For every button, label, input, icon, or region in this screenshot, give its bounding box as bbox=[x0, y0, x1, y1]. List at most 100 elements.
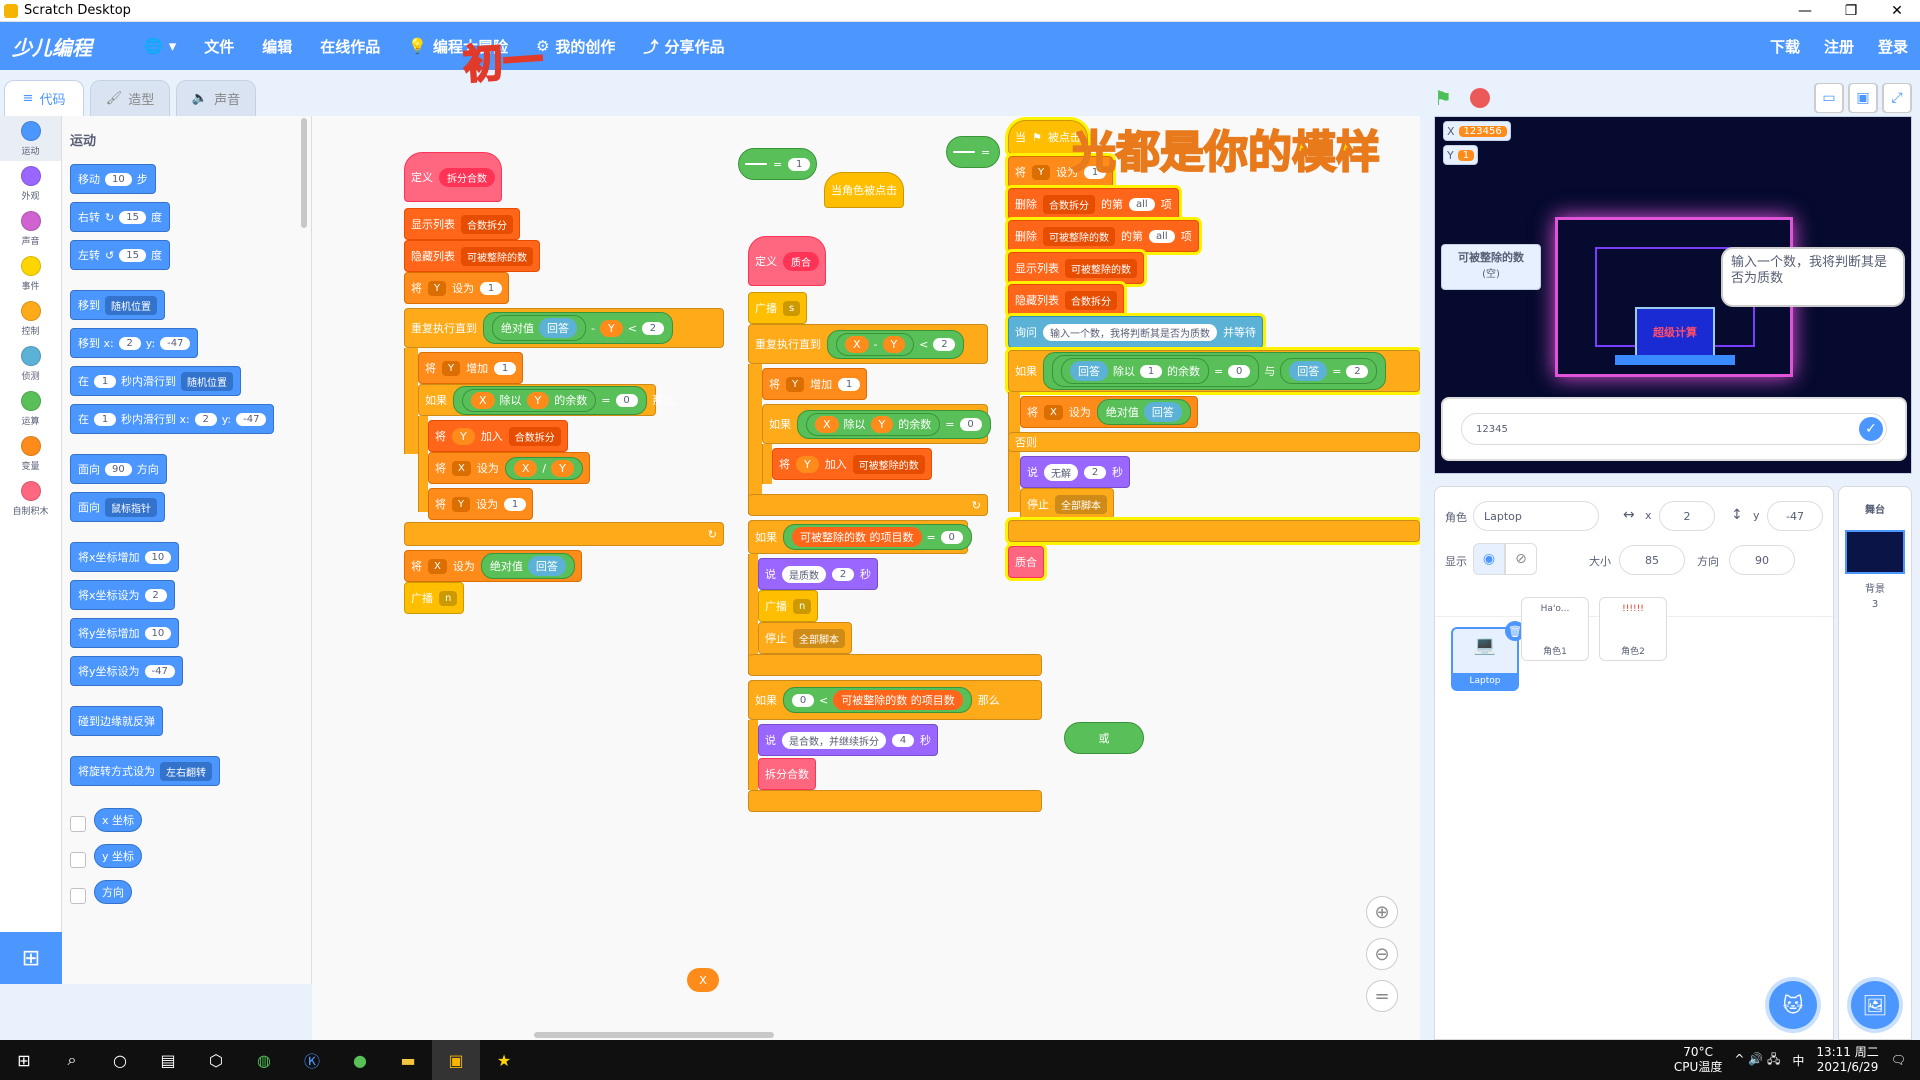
star-app-button[interactable]: ★ bbox=[480, 1040, 528, 1080]
var-reporter[interactable]: Y bbox=[882, 335, 906, 353]
when-sprite-clicked-block[interactable]: 当角色被点击 bbox=[824, 172, 904, 208]
set-var-block[interactable]: 将 X 设为 绝对值 回答 bbox=[404, 550, 582, 582]
block-input[interactable]: 1 bbox=[788, 157, 811, 171]
category-control[interactable]: 控制 bbox=[0, 296, 61, 341]
block-dropdown[interactable]: X bbox=[452, 460, 471, 476]
block-dropdown[interactable]: n bbox=[439, 590, 458, 606]
block-input[interactable]: 0 bbox=[615, 393, 638, 407]
block-dropdown[interactable]: 合数拆分 bbox=[461, 214, 513, 234]
block-input[interactable]: 2 bbox=[1084, 465, 1106, 479]
size-input[interactable]: 85 bbox=[1619, 545, 1685, 575]
notification-icon[interactable]: 🗨 bbox=[1891, 1053, 1906, 1067]
repeat-until-block[interactable]: 重复执行直到 X - Y <2 bbox=[748, 324, 988, 364]
block-dropdown[interactable]: 随机位置 bbox=[181, 371, 233, 391]
block-input[interactable]: 15 bbox=[119, 210, 146, 224]
block-input[interactable]: 2 bbox=[118, 336, 141, 350]
block-dropdown[interactable]: 可被整除的数 bbox=[841, 694, 907, 707]
var-reporter[interactable]: Y bbox=[526, 391, 550, 409]
block-input[interactable]: 2 bbox=[1346, 364, 1369, 378]
x-input[interactable]: 2 bbox=[1659, 501, 1715, 531]
block-input[interactable]: all bbox=[1129, 197, 1155, 211]
hide-list-block[interactable]: 隐藏列表 合数拆分 bbox=[1008, 284, 1124, 316]
mod-operator[interactable]: X 除以 Y 的余数 bbox=[806, 412, 941, 436]
block-dropdown[interactable]: 可被整除的数 bbox=[1043, 226, 1115, 246]
block-glide[interactable]: 在 1 秒内滑行到 随机位置 bbox=[70, 366, 241, 396]
set-var-block[interactable]: 将 X 设为 X / Y bbox=[428, 452, 590, 484]
block-dropdown[interactable]: n bbox=[793, 598, 812, 614]
equals-operator[interactable]: X 除以 Y 的余数 = 0 bbox=[797, 409, 991, 439]
say-for-secs-block[interactable]: 说是合数，并继续拆分 4 秒 bbox=[758, 724, 938, 756]
app-green-button[interactable]: ● bbox=[336, 1040, 384, 1080]
var-reporter[interactable]: Y bbox=[796, 455, 819, 473]
add-to-list-block[interactable]: 将 Y 加入 可被整除的数 bbox=[772, 448, 932, 480]
category-variables[interactable]: 变量 bbox=[0, 431, 61, 476]
show-sprite-button[interactable]: ◉ bbox=[1473, 543, 1505, 575]
less-than-operator[interactable]: X - Y <2 bbox=[827, 329, 965, 359]
maximize-button[interactable]: ❐ bbox=[1828, 3, 1874, 19]
block-dropdown[interactable]: 合数拆分 bbox=[508, 426, 561, 446]
zoom-out-button[interactable]: ⊖ bbox=[1366, 938, 1398, 970]
list-monitor[interactable]: 可被整除的数 (空) bbox=[1441, 244, 1541, 290]
language-button[interactable]: 🌐 ▾ bbox=[130, 37, 190, 55]
block-dropdown[interactable]: 全部脚本 bbox=[793, 628, 845, 648]
list-length-reporter[interactable]: 可被整除的数 的项目数 bbox=[833, 690, 963, 710]
block-dropdown[interactable]: 左右翻转 bbox=[160, 761, 212, 781]
answer-reporter[interactable]: 回答 bbox=[539, 318, 577, 338]
abs-reporter[interactable]: 绝对值 回答 bbox=[1096, 399, 1191, 425]
block-move[interactable]: 移动 10 步 bbox=[70, 164, 156, 194]
and-operator[interactable]: 回答 除以 1 的余数 = 0 与 回答 = 2 bbox=[1043, 352, 1387, 390]
block-dropdown[interactable]: 可被整除的数 bbox=[461, 246, 533, 266]
zoom-reset-button[interactable]: = bbox=[1366, 980, 1398, 1012]
call-custom-block[interactable]: 质合 bbox=[1008, 546, 1044, 578]
say-for-secs-block[interactable]: 说是质数 2 秒 bbox=[758, 558, 878, 590]
hide-sprite-button[interactable]: ⊘ bbox=[1505, 543, 1537, 575]
define-block[interactable]: 定义 拆分合数 bbox=[404, 152, 502, 202]
block-change-x[interactable]: 将x坐标增加 10 bbox=[70, 542, 180, 572]
menu-register[interactable]: 注册 bbox=[1812, 36, 1866, 57]
block-change-y[interactable]: 将y坐标增加 10 bbox=[70, 618, 180, 648]
block-input[interactable] bbox=[745, 163, 767, 165]
block-input[interactable]: 1 bbox=[494, 361, 517, 375]
stage-canvas[interactable]: 超级计算 X 123456 Y1 可被整除的数 (空) 输入一个数，我将判断其是否为… bbox=[1434, 116, 1912, 474]
category-sensing[interactable]: 侦测 bbox=[0, 341, 61, 386]
clock[interactable]: 13:11 周二 2021/6/29 bbox=[1816, 1045, 1878, 1075]
var-reporter[interactable]: Y bbox=[452, 427, 475, 445]
block-input[interactable]: 1 bbox=[838, 377, 861, 391]
menu-edit[interactable]: 编辑 bbox=[248, 36, 306, 57]
show-list-block[interactable]: 显示列表 可被整除的数 bbox=[1008, 252, 1144, 284]
reporter-x-position[interactable]: x 坐标 bbox=[94, 808, 143, 832]
block-bounce[interactable]: 碰到边缘就反弹 bbox=[70, 706, 163, 736]
category-events[interactable]: 事件 bbox=[0, 251, 61, 296]
equals-operator[interactable]: 可被整除的数 的项目数 = 0 bbox=[783, 524, 972, 550]
ime-indicator[interactable]: 中 bbox=[1792, 1052, 1804, 1069]
block-input[interactable]: 2 bbox=[641, 321, 664, 335]
file-explorer-button[interactable]: ▬ bbox=[384, 1040, 432, 1080]
submit-answer-button[interactable]: ✓ bbox=[1859, 417, 1883, 441]
small-stage-button[interactable]: ▭ bbox=[1814, 83, 1844, 113]
block-input[interactable]: -47 bbox=[144, 664, 175, 678]
start-button[interactable]: ⊞ bbox=[0, 1040, 48, 1080]
broadcast-block[interactable]: 广播 n bbox=[404, 582, 465, 614]
block-turn-right[interactable]: 右转 ↻ 15 度 bbox=[70, 202, 170, 232]
block-input[interactable]: 2 bbox=[144, 588, 167, 602]
category-looks[interactable]: 外观 bbox=[0, 161, 61, 206]
answer-reporter[interactable]: 回答 bbox=[527, 556, 566, 576]
sprite-tile-role1[interactable]: Ha'o... 角色1 bbox=[1521, 597, 1589, 661]
ask-and-wait-block[interactable]: 询问 输入一个数，我将判断其是否为质数 并等待 bbox=[1008, 316, 1263, 348]
category-my-blocks[interactable]: 自制积木 bbox=[0, 476, 61, 521]
equals-operator[interactable]: 回答 = 2 bbox=[1280, 358, 1378, 384]
tab-sounds[interactable]: 🔈 声音 bbox=[176, 80, 256, 116]
var-reporter[interactable]: X bbox=[471, 391, 495, 409]
answer-reporter[interactable]: 回答 bbox=[1143, 402, 1182, 422]
backdrop-thumbnail[interactable] bbox=[1845, 530, 1905, 574]
block-input[interactable]: 1 bbox=[94, 412, 116, 426]
call-custom-block[interactable]: 拆分合数 bbox=[758, 758, 816, 790]
palette-scrollbar[interactable] bbox=[301, 118, 307, 228]
fullscreen-button[interactable]: ⤢ bbox=[1882, 83, 1912, 113]
direction-input[interactable]: 90 bbox=[1729, 545, 1795, 575]
equals-operator[interactable]: X 除以 Y 的余数 = 0 bbox=[453, 385, 647, 415]
show-list-block[interactable]: 显示列表 合数拆分 bbox=[404, 208, 520, 240]
var-reporter[interactable]: X bbox=[815, 415, 839, 433]
block-input[interactable]: 4 bbox=[892, 733, 914, 747]
close-button[interactable]: ✕ bbox=[1874, 3, 1920, 19]
